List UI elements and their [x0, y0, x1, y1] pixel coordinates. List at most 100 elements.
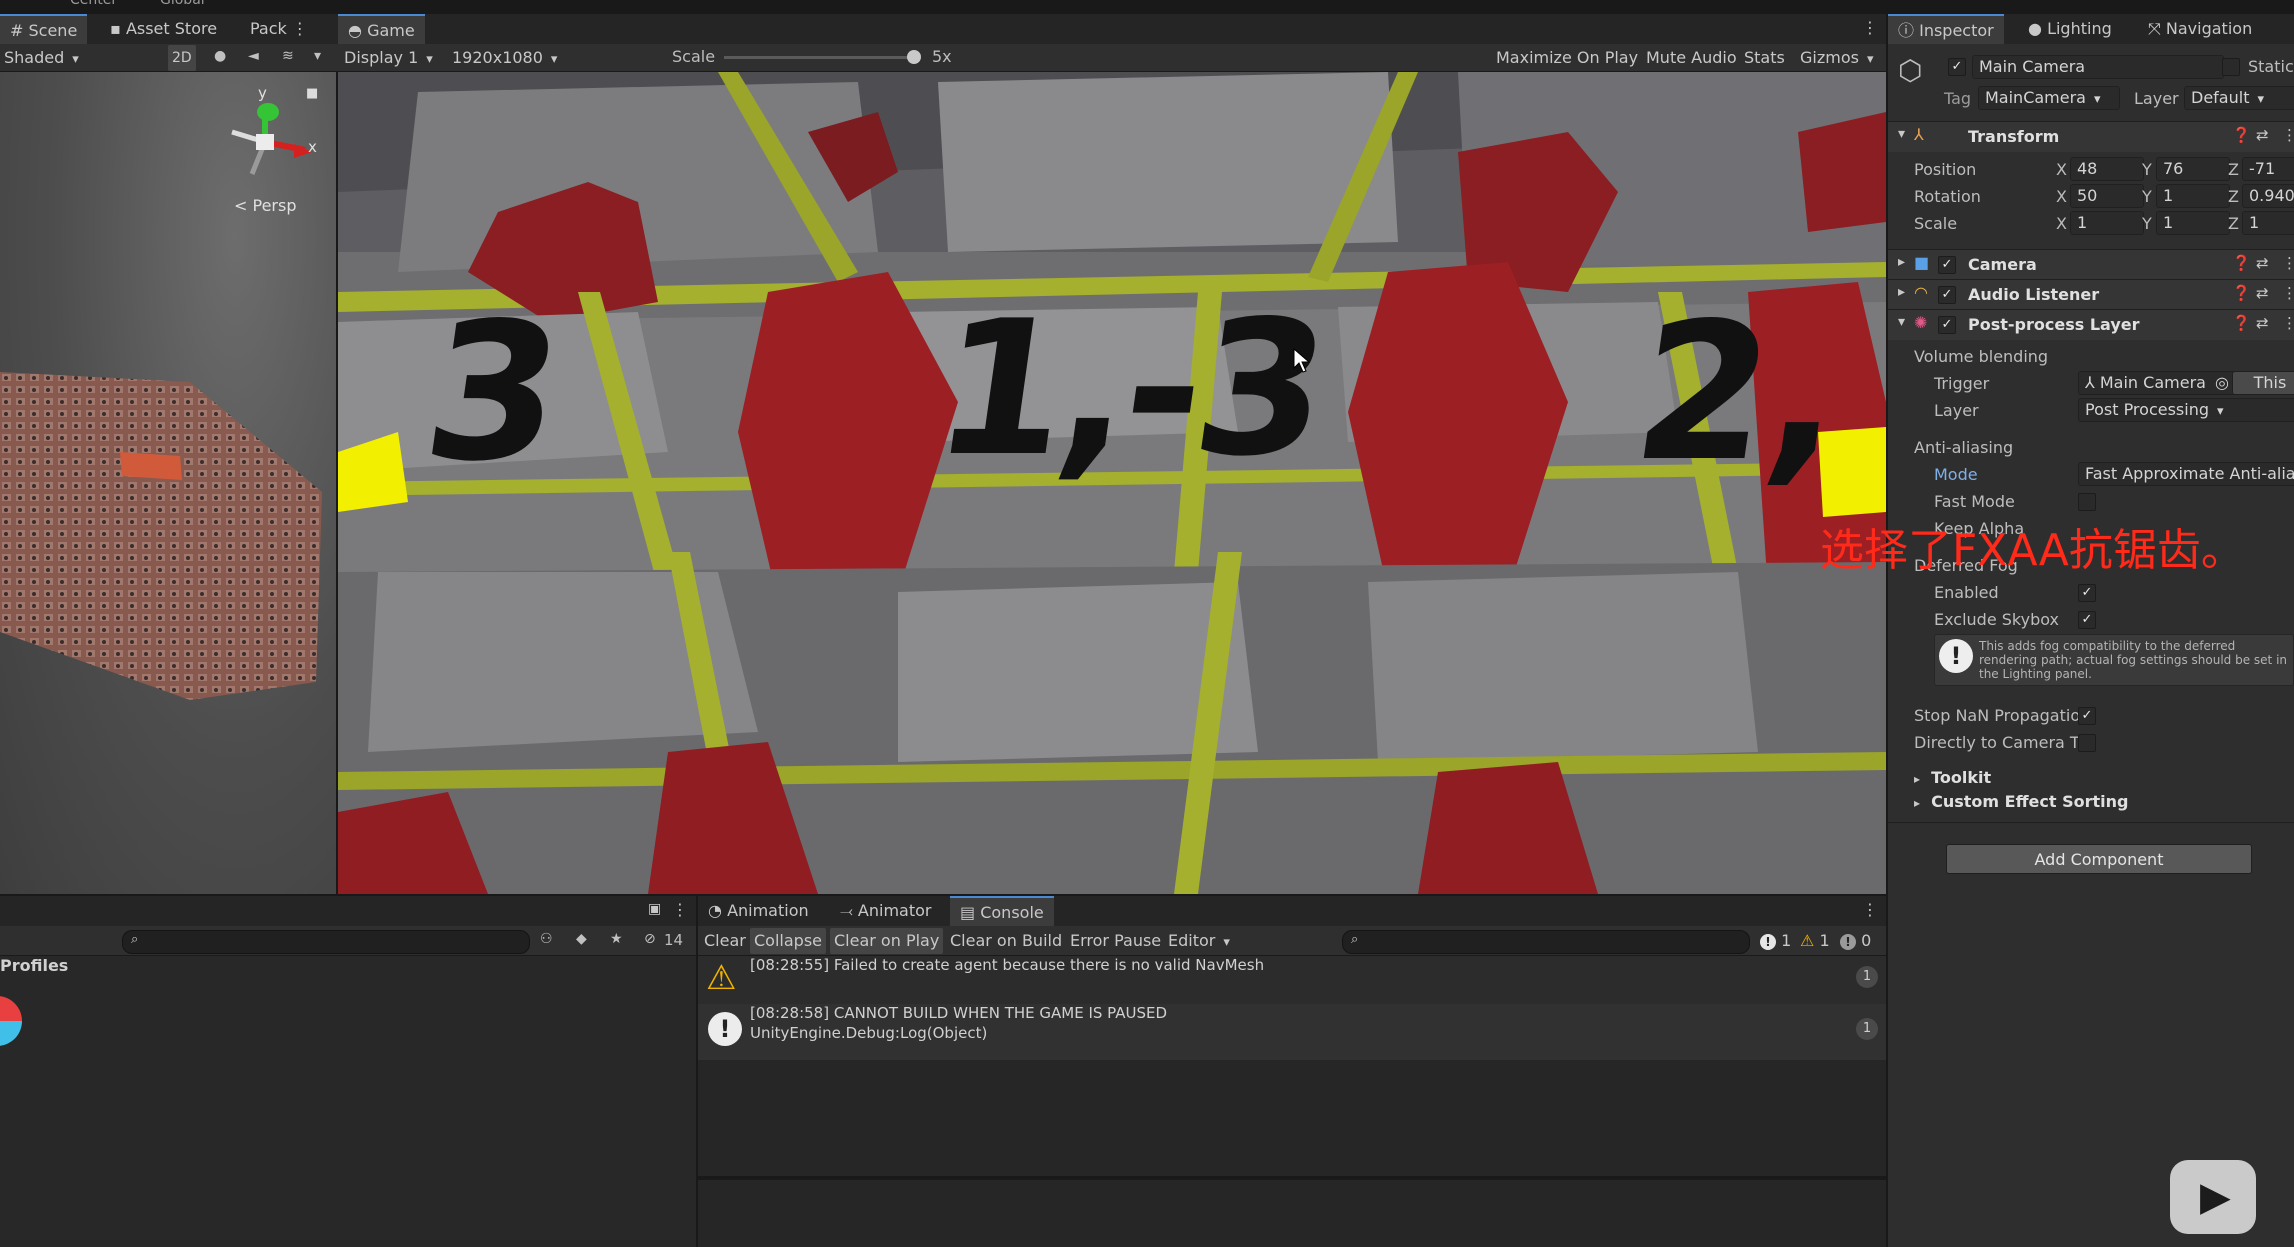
axis-y-label[interactable]: Y: [2142, 187, 2152, 206]
rotation-x-field[interactable]: 50: [2070, 184, 2144, 208]
presets-icon[interactable]: ⇄: [2256, 314, 2269, 332]
position-z-field[interactable]: -71: [2242, 157, 2294, 181]
context-menu-icon[interactable]: ⋮: [2282, 254, 2294, 272]
context-menu-icon[interactable]: ⋮: [2282, 126, 2294, 144]
effects-toggle-icon[interactable]: ≋: [282, 48, 294, 64]
this-button[interactable]: This: [2232, 371, 2294, 395]
camera-enabled-checkbox[interactable]: ✓: [1938, 256, 1956, 274]
context-menu-icon[interactable]: ⋮: [2282, 314, 2294, 332]
fast-mode-checkbox[interactable]: [2078, 493, 2096, 511]
toolkit-foldout[interactable]: ▸ Toolkit: [1914, 768, 1991, 787]
tab-animation[interactable]: ◔ Animation: [698, 896, 819, 926]
2d-toggle[interactable]: 2D: [168, 45, 196, 71]
display-dropdown[interactable]: Display 1: [340, 45, 437, 71]
object-name-field[interactable]: Main Camera: [1972, 55, 2224, 79]
audio-listener-header[interactable]: ▸ ◠ ✓ Audio Listener ❓ ⇄ ⋮: [1888, 279, 2294, 310]
tab-animator[interactable]: ⤙ Animator: [830, 896, 941, 926]
context-menu-icon[interactable]: ⋮: [2282, 284, 2294, 302]
tab-navigation[interactable]: ⤧ Navigation: [2138, 14, 2262, 44]
global-toggle[interactable]: Global: [160, 0, 205, 8]
add-component-button[interactable]: Add Component: [1946, 844, 2252, 874]
stop-nan-checkbox[interactable]: ✓: [2078, 707, 2096, 725]
layer-dropdown[interactable]: Default: [2184, 86, 2294, 110]
scale-z-field[interactable]: 1: [2242, 211, 2294, 235]
error-count-toggle[interactable]: ! 0: [1836, 928, 1875, 954]
transform-header[interactable]: ▾ ⅄ Transform ❓ ⇄ ⋮: [1888, 121, 2294, 152]
help-icon[interactable]: ❓: [2232, 126, 2251, 144]
tab-asset-store[interactable]: ▪ Asset Store: [100, 14, 227, 44]
tag-dropdown[interactable]: MainCamera: [1978, 86, 2120, 110]
axis-z-label[interactable]: Z: [2228, 160, 2239, 179]
custom-sorting-foldout[interactable]: ▸ Custom Effect Sorting: [1914, 792, 2129, 811]
clear-on-play-toggle[interactable]: Clear on Play: [830, 928, 944, 954]
panel-menu-icon[interactable]: ⋮: [1862, 900, 1878, 919]
log-entry-info[interactable]: ! [08:28:58] CANNOT BUILD WHEN THE GAME …: [698, 1004, 1886, 1060]
static-checkbox[interactable]: [2222, 58, 2240, 76]
clear-button[interactable]: Clear: [700, 928, 750, 954]
help-icon[interactable]: ❓: [2232, 254, 2251, 272]
tab-scene[interactable]: # Scene: [0, 14, 88, 46]
log-entry-warning[interactable]: ⚠ [08:28:55] Failed to create agent beca…: [698, 956, 1886, 1004]
position-y-field[interactable]: 76: [2156, 157, 2230, 181]
position-x-field[interactable]: 48: [2070, 157, 2144, 181]
scale-slider-handle[interactable]: [907, 50, 921, 64]
clear-on-build-toggle[interactable]: Clear on Build: [946, 928, 1066, 954]
camera-header[interactable]: ▸ ■ ✓ Camera ❓ ⇄ ⋮: [1888, 249, 2294, 280]
axis-y-label[interactable]: Y: [2142, 160, 2152, 179]
object-picker-icon[interactable]: ◎: [2215, 373, 2229, 392]
editor-dropdown[interactable]: Editor: [1164, 928, 1234, 954]
presets-icon[interactable]: ⇄: [2256, 254, 2269, 272]
console-detail-pane[interactable]: [698, 1178, 1886, 1247]
lighting-toggle-icon[interactable]: ●: [214, 48, 226, 64]
axis-z-label[interactable]: Z: [2228, 187, 2239, 206]
help-icon[interactable]: ❓: [2232, 284, 2251, 302]
scale-slider[interactable]: [724, 50, 921, 64]
stats-toggle[interactable]: Stats: [1740, 45, 1789, 71]
fog-enabled-checkbox[interactable]: ✓: [2078, 584, 2096, 602]
game-menu-icon[interactable]: ⋮: [1862, 18, 1878, 37]
hidden-packages-icon[interactable]: ⊘: [644, 931, 656, 947]
panel-menu-icon[interactable]: ⋮: [672, 900, 688, 919]
trigger-object-field[interactable]: ⅄ Main Camera ◎: [2078, 371, 2242, 395]
axis-y-label[interactable]: Y: [2142, 214, 2152, 233]
console-search-input[interactable]: ⌕: [1342, 930, 1750, 954]
mute-audio-toggle[interactable]: Mute Audio: [1642, 45, 1741, 71]
presets-icon[interactable]: ⇄: [2256, 126, 2269, 144]
pp-layer-dropdown[interactable]: Post Processing: [2078, 398, 2294, 422]
axis-z-label[interactable]: Z: [2228, 214, 2239, 233]
game-view[interactable]: 3 1,-3 2,: [338, 72, 1886, 894]
active-checkbox[interactable]: ✓: [1948, 58, 1966, 76]
postprocess-enabled-checkbox[interactable]: ✓: [1938, 316, 1956, 334]
filter-by-type-icon[interactable]: ⚇: [540, 931, 553, 947]
project-search-input[interactable]: ⌕: [122, 930, 530, 954]
lock-icon[interactable]: ▣: [648, 901, 661, 917]
exclude-skybox-checkbox[interactable]: ✓: [2078, 611, 2096, 629]
aa-mode-dropdown[interactable]: Fast Approximate Anti-alias: [2078, 462, 2294, 486]
scale-x-field[interactable]: 1: [2070, 211, 2144, 235]
audio-enabled-checkbox[interactable]: ✓: [1938, 286, 1956, 304]
presets-icon[interactable]: ⇄: [2256, 284, 2269, 302]
log-count-toggle[interactable]: ! 1: [1756, 928, 1795, 954]
center-toggle[interactable]: Center: [70, 0, 117, 8]
error-pause-toggle[interactable]: Error Pause: [1066, 928, 1165, 954]
axis-x-label[interactable]: X: [2056, 160, 2067, 179]
chevron-down-icon[interactable]: ▾: [314, 48, 321, 64]
tab-lighting[interactable]: ● Lighting: [2018, 14, 2122, 44]
gizmos-dropdown[interactable]: Gizmos: [1796, 45, 1877, 71]
rotation-z-field[interactable]: 0.9400: [2242, 184, 2294, 208]
rotation-y-field[interactable]: 1: [2156, 184, 2230, 208]
maximize-on-play-toggle[interactable]: Maximize On Play: [1492, 45, 1642, 71]
axis-x-label[interactable]: X: [2056, 187, 2067, 206]
tab-pack[interactable]: Pack ⋮: [240, 14, 318, 44]
scene-view[interactable]: y x ■ < Persp: [0, 72, 336, 894]
tab-game[interactable]: ◓ Game: [338, 14, 425, 46]
axis-x-label[interactable]: X: [2056, 214, 2067, 233]
favorite-icon[interactable]: ★: [610, 931, 623, 947]
breadcrumb-profiles[interactable]: Profiles: [0, 956, 68, 975]
scale-y-field[interactable]: 1: [2156, 211, 2230, 235]
direct-camera-checkbox[interactable]: [2078, 734, 2096, 752]
audio-toggle-icon[interactable]: ◄: [248, 48, 259, 64]
warning-count-toggle[interactable]: ⚠ 1: [1796, 928, 1834, 954]
label-icon[interactable]: ◆: [576, 931, 587, 947]
shading-dropdown[interactable]: Shaded: [0, 45, 158, 71]
